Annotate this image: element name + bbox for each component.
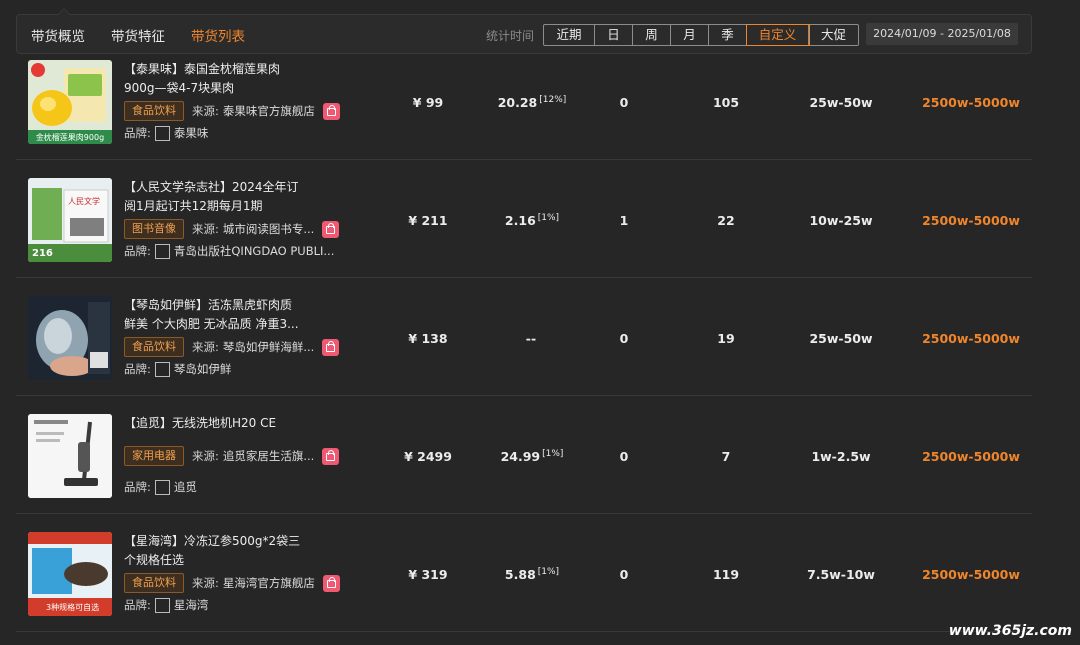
brand-label: 品牌: <box>124 362 151 376</box>
shop-icon[interactable] <box>322 338 340 356</box>
metric-b: 119 <box>712 567 740 582</box>
commission: 5.88 [1%] <box>504 567 560 582</box>
brand-name: 青岛出版社QINGDAO PUBLI... <box>173 244 335 258</box>
metric-d: 2500w-5000w <box>922 567 1020 582</box>
table-row[interactable]: 金枕榴莲果肉900g 【泰果味】泰国金枕榴莲果肉 900g—袋4-7块果肉 食品… <box>16 42 1032 160</box>
source-label: 来源: <box>192 104 219 118</box>
active-caret <box>57 8 71 15</box>
shrimp-image-icon <box>28 296 112 380</box>
metric-a: 0 <box>619 567 629 582</box>
metric-b: 7 <box>721 449 731 464</box>
product-thumbnail[interactable]: 金枕榴莲果肉900g <box>28 60 112 144</box>
product-title[interactable]: 【人民文学杂志社】2024全年订 阅1月起订共12期每月1期 <box>124 178 334 216</box>
brand-label: 品牌: <box>124 480 151 494</box>
category-tag: 食品饮料 <box>124 337 184 357</box>
shop-icon[interactable] <box>322 102 340 120</box>
source-shop-link[interactable]: 追觅家居生活旗... <box>223 448 314 464</box>
metric-a: 1 <box>619 213 629 228</box>
product-title[interactable]: 【星海湾】冷冻辽参500g*2袋三 个规格任选 <box>124 532 334 570</box>
metric-b: 19 <box>717 331 735 346</box>
thumbnail-caption: 金枕榴莲果肉900g <box>35 133 105 142</box>
table-row[interactable]: 【琴岛如伊鲜】活冻黑虎虾肉质 鲜美 个大肉肥 无冰品质 净重3... 食品饮料 … <box>16 278 1032 396</box>
metric-a: 0 <box>619 95 629 110</box>
brand-name: 星海湾 <box>173 598 209 612</box>
metric-c: 25w-50w <box>809 331 873 346</box>
floor-washer-image-icon <box>28 414 112 498</box>
commission: 20.28 [12%] <box>497 95 567 110</box>
table-row[interactable]: 人民文学 216 【人民文学杂志社】2024全年订 阅1月起订共12期每月1期 … <box>16 160 1032 278</box>
brand-row: 品牌: 星海湾 <box>124 597 208 613</box>
site-watermark: www.365jz.com <box>948 623 1072 639</box>
source-label: 来源: <box>192 340 219 354</box>
thumbnail-caption: 216 <box>32 248 53 259</box>
brand-name: 琴岛如伊鲜 <box>173 362 232 376</box>
product-title[interactable]: 【追觅】无线洗地机H20 CE <box>124 414 334 433</box>
category-source-row: 食品饮料 来源: 琴岛如伊鲜海鲜... <box>124 337 340 357</box>
brand-label: 品牌: <box>124 244 151 258</box>
brand-label: 品牌: <box>124 126 151 140</box>
category-tag: 食品饮料 <box>124 101 184 121</box>
metric-d: 2500w-5000w <box>922 331 1020 346</box>
metric-a: 0 <box>619 331 629 346</box>
price: ¥ 2499 <box>404 449 452 464</box>
category-source-row: 图书音像 来源: 城市阅读图书专... <box>124 219 340 239</box>
source-shop-link[interactable]: 星海湾官方旗舰店 <box>223 575 315 591</box>
shop-icon[interactable] <box>322 574 340 592</box>
brand-name: 泰果味 <box>173 126 209 140</box>
source-label: 来源: <box>192 576 219 590</box>
product-thumbnail[interactable] <box>28 414 112 498</box>
product-thumbnail[interactable]: 3种规格可自选 <box>28 532 112 616</box>
category-source-row: 食品饮料 来源: 泰果味官方旗舰店 <box>124 101 340 121</box>
shop-icon[interactable] <box>322 220 340 238</box>
svg-text:人民文学: 人民文学 <box>68 196 100 206</box>
thumbnail-caption: 3种规格可自选 <box>46 603 100 612</box>
metric-c: 7.5w-10w <box>807 567 875 582</box>
product-thumbnail[interactable]: 人民文学 216 <box>28 178 112 262</box>
metric-b: 22 <box>717 213 735 228</box>
source-shop-link[interactable]: 城市阅读图书专... <box>223 221 314 237</box>
brand-row: 品牌: 琴岛如伊鲜 <box>124 361 231 377</box>
category-source-row: 食品饮料 来源: 星海湾官方旗舰店 <box>124 573 340 593</box>
brand-row: 品牌: 泰果味 <box>124 125 208 141</box>
price: ¥ 138 <box>408 331 448 346</box>
metric-c: 10w-25w <box>809 213 873 228</box>
brand-label: 品牌: <box>124 598 151 612</box>
metric-a: 0 <box>619 449 629 464</box>
brand-checkbox[interactable] <box>154 361 170 377</box>
price: ¥ 99 <box>412 95 444 110</box>
source-label: 来源: <box>192 449 219 463</box>
shop-icon[interactable] <box>322 447 340 465</box>
table-row[interactable]: 【追觅】无线洗地机H20 CE 家用电器 来源: 追觅家居生活旗... 品牌: … <box>16 396 1032 514</box>
category-tag: 食品饮料 <box>124 573 184 593</box>
table-row[interactable]: 3种规格可自选 【星海湾】冷冻辽参500g*2袋三 个规格任选 食品饮料 来源:… <box>16 514 1032 632</box>
price: ¥ 211 <box>408 213 448 228</box>
price: ¥ 319 <box>408 567 448 582</box>
metric-c: 1w-2.5w <box>811 449 871 464</box>
metric-d: 2500w-5000w <box>922 95 1020 110</box>
metric-c: 25w-50w <box>809 95 873 110</box>
metric-d: 2500w-5000w <box>922 213 1020 228</box>
brand-name: 追觅 <box>173 480 197 494</box>
commission: 24.99 [1%] <box>500 449 564 464</box>
metric-b: 105 <box>712 95 740 110</box>
product-title[interactable]: 【泰果味】泰国金枕榴莲果肉 900g—袋4-7块果肉 <box>124 60 334 98</box>
source-label: 来源: <box>192 222 219 236</box>
brand-checkbox[interactable] <box>154 125 170 141</box>
category-source-row: 家用电器 来源: 追觅家居生活旗... <box>124 446 340 466</box>
product-title[interactable]: 【琴岛如伊鲜】活冻黑虎虾肉质 鲜美 个大肉肥 无冰品质 净重3... <box>124 296 334 334</box>
brand-row: 品牌: 追觅 <box>124 479 197 495</box>
brand-checkbox[interactable] <box>154 243 170 259</box>
metric-d: 2500w-5000w <box>922 449 1020 464</box>
brand-checkbox[interactable] <box>154 479 170 495</box>
commission: -- <box>525 331 537 346</box>
product-thumbnail[interactable] <box>28 296 112 380</box>
category-tag: 家用电器 <box>124 446 184 466</box>
brand-row: 品牌: 青岛出版社QINGDAO PUBLI... <box>124 243 334 259</box>
source-shop-link[interactable]: 琴岛如伊鲜海鲜... <box>223 339 314 355</box>
period-custom[interactable]: 自定义 <box>746 24 810 46</box>
brand-checkbox[interactable] <box>154 597 170 613</box>
category-tag: 图书音像 <box>124 219 184 239</box>
commission: 2.16 [1%] <box>504 213 560 228</box>
source-shop-link[interactable]: 泰果味官方旗舰店 <box>223 103 315 119</box>
